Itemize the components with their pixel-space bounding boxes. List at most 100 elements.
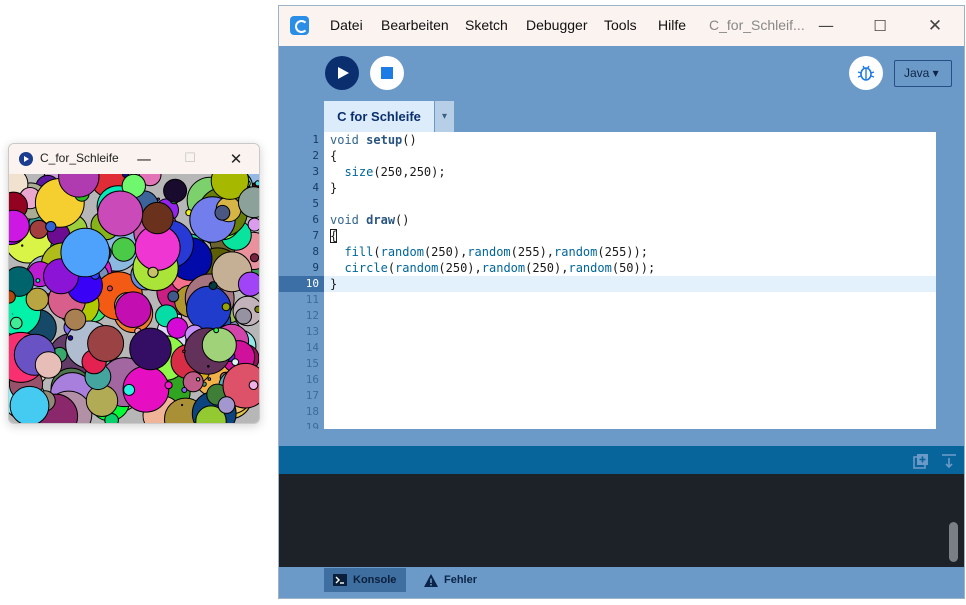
sketch-circle xyxy=(114,291,152,328)
line-number: 12 xyxy=(305,309,319,322)
line-number: 14 xyxy=(305,341,319,354)
tab-konsole[interactable]: Konsole xyxy=(324,568,406,592)
sketch-circle xyxy=(207,377,212,381)
code-token: void xyxy=(330,213,359,227)
menu-sketch[interactable]: Sketch xyxy=(465,17,508,33)
menu-tools[interactable]: Tools xyxy=(604,17,637,33)
code-token: circle xyxy=(344,261,388,275)
menu-datei[interactable]: Datei xyxy=(330,17,363,33)
copy-console-icon[interactable] xyxy=(913,453,929,469)
line-number: 2 xyxy=(312,149,319,162)
code-editor[interactable]: 1 2 3 4 5 6 7 8 9 10 11 12 13 14 15 16 1… xyxy=(279,132,951,429)
minimize-icon[interactable]: — xyxy=(132,147,156,171)
sketch-circle xyxy=(87,325,125,362)
maximize-icon[interactable]: ☐ xyxy=(178,147,202,171)
menu-hilfe[interactable]: Hilfe xyxy=(658,17,686,33)
sketch-circle xyxy=(35,278,41,283)
code-line: { xyxy=(330,148,337,164)
tab-konsole-label: Konsole xyxy=(353,574,397,586)
tab-menu-button[interactable]: ▾ xyxy=(435,101,454,132)
sketch-circle xyxy=(129,327,172,371)
editor-scrollbar[interactable] xyxy=(936,132,951,429)
sketch-circle xyxy=(248,380,259,391)
sketch-circle xyxy=(163,178,188,203)
code-token: (250), xyxy=(438,261,482,275)
sketch-circle xyxy=(254,180,259,187)
clear-console-icon[interactable] xyxy=(941,453,957,469)
mode-select[interactable]: Java ▾ xyxy=(894,60,952,87)
code-token: fill xyxy=(344,245,374,259)
console-scrollbar[interactable] xyxy=(949,522,958,562)
stop-button[interactable] xyxy=(370,56,404,90)
code-token: { xyxy=(330,149,338,163)
code-token: () xyxy=(395,213,410,227)
run-button[interactable] xyxy=(325,56,359,90)
sketch-circle xyxy=(181,387,188,393)
sketch-circle xyxy=(34,351,63,379)
sketch-circle xyxy=(64,308,87,331)
code-token: } xyxy=(330,181,338,195)
code-token: (255)); xyxy=(597,245,648,259)
processing-ide-window: Datei Bearbeiten Sketch Debugger Tools H… xyxy=(278,5,965,599)
code-token: (250), xyxy=(525,261,569,275)
code-line: void setup() xyxy=(330,132,417,148)
sketch-circle xyxy=(164,381,173,390)
sketch-circle xyxy=(208,281,218,291)
sketch-titlebar[interactable]: C_for_Schleife — ☐ ✕ xyxy=(9,144,259,174)
menu-debugger[interactable]: Debugger xyxy=(526,17,588,33)
sketch-circle xyxy=(201,327,237,363)
code-token: (50)); xyxy=(611,261,656,275)
line-number: 16 xyxy=(305,373,319,386)
sketch-circle xyxy=(249,253,259,263)
sketch-circle xyxy=(45,221,57,233)
warning-icon xyxy=(424,574,438,587)
line-number-current: 10 xyxy=(305,277,319,290)
sketch-canvas[interactable] xyxy=(9,174,259,424)
code-token: random xyxy=(395,261,439,275)
sketch-circle xyxy=(221,302,231,312)
sketch-circle xyxy=(21,244,24,247)
line-number: 11 xyxy=(305,293,319,306)
tab-fehler[interactable]: Fehler xyxy=(415,568,495,592)
code-token: draw xyxy=(366,213,396,227)
tab-c-for-schleife[interactable]: C for Schleife xyxy=(324,101,434,132)
code-token: ( xyxy=(387,261,396,275)
sketch-circle xyxy=(167,290,180,303)
sketch-circle xyxy=(60,227,110,278)
code-token: () xyxy=(402,133,417,147)
close-icon[interactable]: ✕ xyxy=(224,147,248,171)
code-token: (255), xyxy=(510,245,555,259)
code-token: random xyxy=(568,261,612,275)
code-line: } xyxy=(330,276,337,292)
minimize-icon[interactable]: — xyxy=(811,12,841,40)
line-number: 15 xyxy=(305,357,319,370)
bracket-match-marker xyxy=(330,229,337,243)
sketch-circle xyxy=(85,384,119,418)
code-line: void draw() xyxy=(330,212,410,228)
sketch-circle xyxy=(237,271,259,297)
sketch-circle xyxy=(67,335,74,341)
code-token: size xyxy=(344,165,374,179)
terminal-icon xyxy=(333,574,347,586)
code-token: random xyxy=(481,261,526,275)
sketch-circle xyxy=(207,365,210,368)
line-number: 13 xyxy=(305,325,319,338)
code-token: } xyxy=(330,277,338,291)
sketch-circle xyxy=(9,385,50,423)
sketch-circle xyxy=(182,349,186,354)
console-output[interactable] xyxy=(279,474,964,567)
menu-bearbeiten[interactable]: Bearbeiten xyxy=(381,17,449,33)
status-bar xyxy=(279,446,964,474)
window-title: C_for_Schleif... xyxy=(709,17,805,33)
tab-fehler-label: Fehler xyxy=(444,574,478,586)
sketch-circle xyxy=(29,219,49,239)
close-icon[interactable]: ✕ xyxy=(920,12,950,40)
processing-logo-icon xyxy=(290,16,309,35)
sketch-circle xyxy=(231,358,240,367)
sketch-circle xyxy=(97,190,144,237)
code-line: } xyxy=(330,180,337,196)
debugger-button[interactable] xyxy=(849,56,883,90)
maximize-icon[interactable]: ☐ xyxy=(865,12,895,40)
